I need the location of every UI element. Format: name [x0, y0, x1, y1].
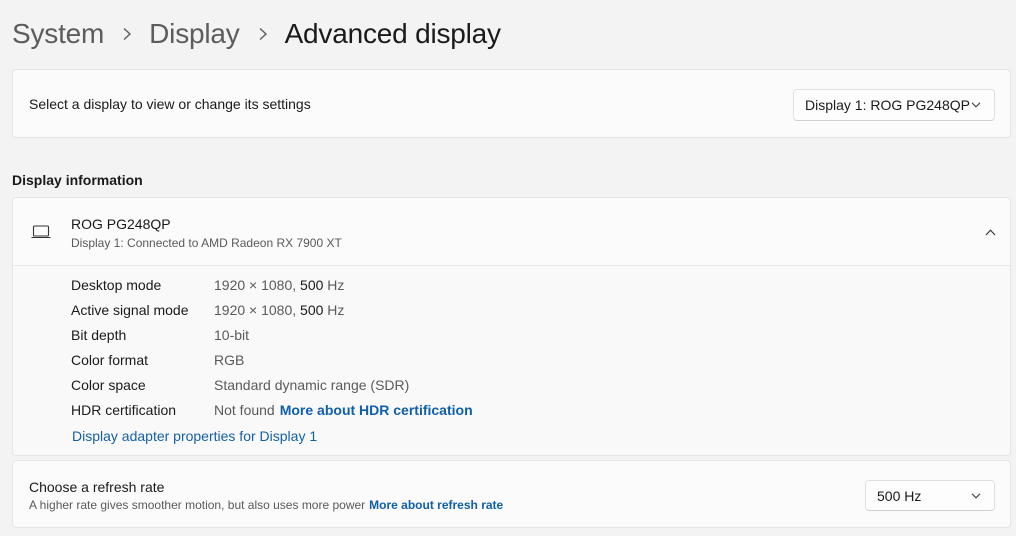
- chevron-right-icon: [258, 27, 268, 41]
- display-information-card: ROG PG248QP Display 1: Connected to AMD …: [12, 197, 1011, 456]
- hdr-certification-link[interactable]: More about HDR certification: [280, 402, 473, 418]
- info-row-active-signal-mode: Active signal mode 1920 × 1080, 500 Hz: [71, 300, 344, 320]
- info-key: Color space: [71, 377, 146, 393]
- chevron-up-icon[interactable]: [982, 224, 998, 240]
- display-info-header[interactable]: ROG PG248QP Display 1: Connected to AMD …: [13, 198, 1010, 266]
- chevron-down-icon: [971, 492, 981, 499]
- info-row-hdr-certification: HDR certification Not found More about H…: [71, 400, 473, 420]
- info-key: Desktop mode: [71, 277, 162, 293]
- info-value: 1920 × 1080, 500 Hz: [214, 302, 345, 318]
- page-title: Advanced display: [284, 18, 501, 49]
- laptop-monitor-icon: [31, 225, 51, 239]
- info-row-desktop-mode: Desktop mode 1920 × 1080, 500 Hz: [71, 275, 344, 295]
- info-key: Active signal mode: [71, 302, 189, 318]
- display-select-dropdown[interactable]: Display 1: ROG PG248QP: [793, 89, 995, 121]
- refresh-rate-link[interactable]: More about refresh rate: [369, 498, 503, 512]
- breadcrumb: System Display Advanced display: [12, 14, 501, 54]
- monitor-name: ROG PG248QP: [71, 216, 171, 232]
- info-key: HDR certification: [71, 402, 177, 418]
- display-info-body: Desktop mode 1920 × 1080, 500 Hz Active …: [13, 266, 1010, 455]
- refresh-rate-title: Choose a refresh rate: [29, 479, 165, 495]
- info-row-color-space: Color space Standard dynamic range (SDR): [71, 375, 409, 395]
- chevron-down-icon: [971, 102, 981, 108]
- display-adapter-properties-link[interactable]: Display adapter properties for Display 1: [72, 428, 317, 444]
- breadcrumb-system[interactable]: System: [12, 18, 104, 50]
- info-value: Standard dynamic range (SDR): [214, 377, 410, 393]
- refresh-rate-subtitle: A higher rate gives smoother motion, but…: [29, 498, 504, 512]
- info-value: 1920 × 1080, 500 Hz: [214, 277, 345, 293]
- chevron-right-icon: [122, 27, 132, 41]
- info-value: RGB: [214, 352, 245, 368]
- breadcrumb-display[interactable]: Display: [149, 18, 240, 50]
- info-row-color-format: Color format RGB: [71, 350, 244, 370]
- refresh-rate-value: 500 Hz: [877, 487, 922, 504]
- info-key: Color format: [71, 352, 149, 368]
- refresh-rate-dropdown[interactable]: 500 Hz: [865, 480, 995, 511]
- info-value: Not found: [214, 402, 275, 418]
- monitor-connection: Display 1: Connected to AMD Radeon RX 79…: [71, 236, 342, 250]
- display-select-value: Display 1: ROG PG248QP: [805, 97, 970, 113]
- select-display-card: Select a display to view or change its s…: [12, 69, 1011, 138]
- display-information-heading: Display information: [12, 172, 143, 188]
- select-display-label: Select a display to view or change its s…: [29, 96, 311, 112]
- info-row-bit-depth: Bit depth 10-bit: [71, 325, 249, 345]
- refresh-rate-card: Choose a refresh rate A higher rate give…: [12, 460, 1011, 528]
- info-value: 10-bit: [214, 327, 250, 343]
- info-key: Bit depth: [71, 327, 127, 343]
